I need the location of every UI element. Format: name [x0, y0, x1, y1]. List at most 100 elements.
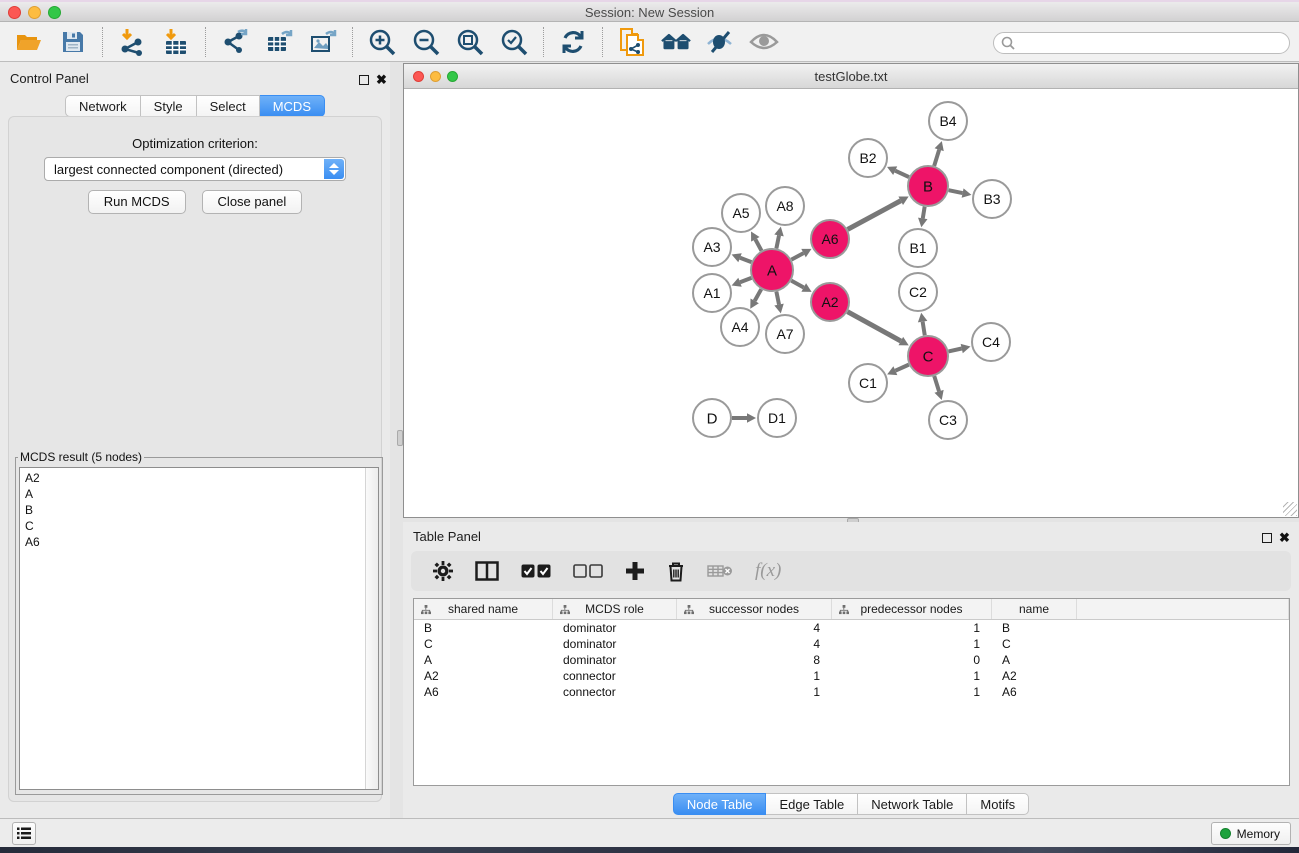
table-cell-successor-nodes[interactable]: 1	[677, 668, 832, 684]
table-row[interactable]: Adominator80A	[414, 652, 1289, 668]
column-header-name[interactable]: name	[992, 599, 1077, 619]
mcds-result-item[interactable]: A6	[20, 534, 365, 550]
zoom-in-icon[interactable]	[367, 27, 397, 57]
edge-A-A6[interactable]	[791, 249, 811, 260]
node-B3[interactable]: B3	[973, 180, 1011, 218]
table-cell-shared-name[interactable]: A	[414, 652, 553, 668]
search-input[interactable]	[993, 32, 1290, 54]
edge-B-B3[interactable]	[949, 188, 972, 197]
mcds-result-item[interactable]: B	[20, 502, 365, 518]
table-cell-successor-nodes[interactable]: 8	[677, 652, 832, 668]
table-row[interactable]: A6connector11A6	[414, 684, 1289, 700]
tab-select[interactable]: Select	[197, 95, 260, 117]
tab-node-table[interactable]: Node Table	[673, 793, 767, 815]
column-header-predecessor-nodes[interactable]: predecessor nodes	[832, 599, 992, 619]
table-options-gear-icon[interactable]	[433, 561, 453, 581]
edge-C-C1[interactable]	[887, 365, 909, 375]
table-cell-shared-name[interactable]: A6	[414, 684, 553, 700]
float-panel-icon[interactable]	[359, 75, 369, 85]
table-cell-shared-name[interactable]: A2	[414, 668, 553, 684]
node-A7[interactable]: A7	[766, 315, 804, 353]
float-table-panel-icon[interactable]	[1262, 533, 1272, 543]
delete-column-icon[interactable]	[667, 561, 685, 582]
export-image-icon[interactable]	[308, 27, 338, 57]
zoom-fit-icon[interactable]	[455, 27, 485, 57]
column-header-successor-nodes[interactable]: successor nodes	[677, 599, 832, 619]
table-cell-predecessor-nodes[interactable]: 1	[832, 684, 992, 700]
open-session-icon[interactable]	[14, 27, 44, 57]
edge-A-A7[interactable]	[774, 292, 783, 314]
memory-button[interactable]: Memory	[1211, 822, 1291, 845]
node-C[interactable]: C	[908, 336, 948, 376]
table-cell-predecessor-nodes[interactable]: 1	[832, 620, 992, 636]
close-panel-button[interactable]: Close panel	[202, 190, 303, 214]
tab-motifs[interactable]: Motifs	[967, 793, 1029, 815]
tab-edge-table[interactable]: Edge Table	[766, 793, 858, 815]
edge-B-B1[interactable]	[918, 207, 927, 228]
node-C4[interactable]: C4	[972, 323, 1010, 361]
edge-D-D1[interactable]	[732, 413, 756, 423]
close-panel-icon[interactable]: ✖	[376, 72, 387, 88]
edge-A-A3[interactable]	[732, 253, 752, 262]
column-header-shared-name[interactable]: shared name	[414, 599, 553, 619]
network-window-titlebar[interactable]: testGlobe.txt	[404, 64, 1298, 89]
home-networks-icon[interactable]	[661, 27, 691, 57]
network-canvas[interactable]: AA1A2A3A4A5A6A7A8BB1B2B3B4CC1C2C3C4DD1	[405, 90, 1297, 516]
edge-A-A4[interactable]	[750, 289, 761, 309]
table-cell-mcds-role[interactable]: connector	[553, 684, 677, 700]
table-cell-mcds-role[interactable]: connector	[553, 668, 677, 684]
table-cell-name[interactable]: B	[992, 620, 1077, 636]
table-cell-name[interactable]: C	[992, 636, 1077, 652]
table-cell-name[interactable]: A	[992, 652, 1077, 668]
node-C1[interactable]: C1	[849, 364, 887, 402]
table-cell-predecessor-nodes[interactable]: 1	[832, 636, 992, 652]
table-cell-successor-nodes[interactable]: 4	[677, 620, 832, 636]
node-C2[interactable]: C2	[899, 273, 937, 311]
tab-mcds[interactable]: MCDS	[260, 95, 325, 117]
delete-table-icon[interactable]	[707, 563, 733, 579]
node-A4[interactable]: A4	[721, 308, 759, 346]
add-column-icon[interactable]	[625, 561, 645, 581]
window-resize-grip[interactable]	[1283, 502, 1297, 516]
edge-A-A8[interactable]	[774, 227, 783, 249]
node-B1[interactable]: B1	[899, 229, 937, 267]
table-cell-shared-name[interactable]: C	[414, 636, 553, 652]
column-header-mcds-role[interactable]: MCDS role	[553, 599, 677, 619]
table-cell-name[interactable]: A2	[992, 668, 1077, 684]
table-cell-name[interactable]: A6	[992, 684, 1077, 700]
clone-network-icon[interactable]	[617, 27, 647, 57]
export-table-icon[interactable]	[264, 27, 294, 57]
mcds-result-item[interactable]: A2	[20, 470, 365, 486]
tab-network-table[interactable]: Network Table	[858, 793, 967, 815]
node-B[interactable]: B	[908, 166, 948, 206]
node-A5[interactable]: A5	[722, 194, 760, 232]
function-builder-button[interactable]: f(x)	[755, 560, 781, 582]
table-cell-mcds-role[interactable]: dominator	[553, 652, 677, 668]
zoom-selected-icon[interactable]	[499, 27, 529, 57]
node-C3[interactable]: C3	[929, 401, 967, 439]
mcds-result-item[interactable]: C	[20, 518, 365, 534]
node-B4[interactable]: B4	[929, 102, 967, 140]
apply-layout-refresh-icon[interactable]	[558, 27, 588, 57]
table-cell-mcds-role[interactable]: dominator	[553, 636, 677, 652]
hide-selected-icon[interactable]	[705, 27, 735, 57]
tab-style[interactable]: Style	[141, 95, 197, 117]
save-session-icon[interactable]	[58, 27, 88, 57]
edge-A-A1[interactable]	[732, 278, 752, 287]
node-A2[interactable]: A2	[811, 283, 849, 321]
table-cell-mcds-role[interactable]: dominator	[553, 620, 677, 636]
edge-C-C3[interactable]	[934, 376, 943, 400]
import-network-icon[interactable]	[117, 27, 147, 57]
tab-network[interactable]: Network	[65, 95, 141, 117]
zoom-out-icon[interactable]	[411, 27, 441, 57]
node-A6[interactable]: A6	[811, 220, 849, 258]
export-network-icon[interactable]	[220, 27, 250, 57]
edge-A6-B[interactable]	[848, 196, 909, 229]
mcds-list-scrollbar[interactable]	[365, 468, 378, 789]
edge-A2-C[interactable]	[848, 312, 909, 346]
vertical-splitter-handle[interactable]	[397, 430, 403, 446]
mcds-result-item[interactable]: A	[20, 486, 365, 502]
network-graph[interactable]: AA1A2A3A4A5A6A7A8BB1B2B3B4CC1C2C3C4DD1	[405, 90, 1299, 518]
node-A8[interactable]: A8	[766, 187, 804, 225]
node-B2[interactable]: B2	[849, 139, 887, 177]
